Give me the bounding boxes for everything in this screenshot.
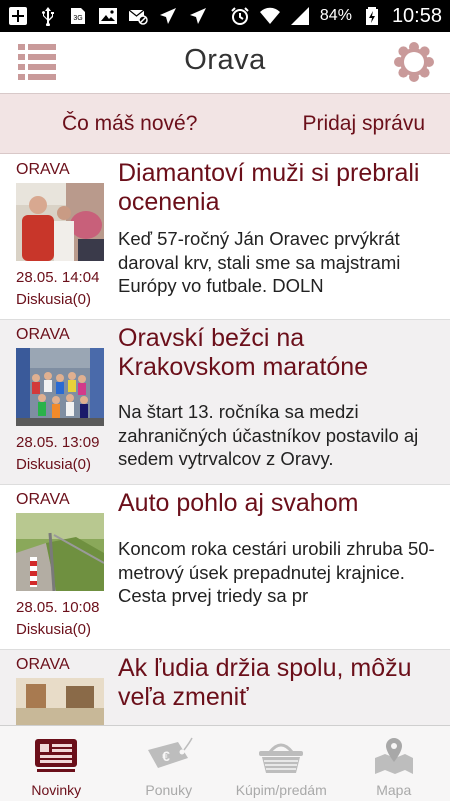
newspaper-icon (31, 736, 81, 776)
nav-label: Ponuky (145, 782, 192, 798)
news-date: 28.05. 14:04 (16, 269, 99, 286)
news-headline[interactable]: Diamantoví muži si prebrali ocenenia (118, 159, 438, 217)
news-item[interactable]: ORAVA Ak ľudia držia spolu, môžu veľa zm… (0, 650, 450, 725)
mail-blocked-icon (128, 6, 148, 26)
news-region: ORAVA (16, 326, 70, 344)
image-icon (98, 6, 118, 26)
nav-kupim-predam[interactable]: Kúpim/predám (225, 726, 338, 801)
news-thumbnail[interactable] (16, 513, 104, 591)
news-list: ORAVA 28.05. 14:04 Diskusia(0) Diamantov… (0, 155, 450, 725)
app-bar: Orava (0, 32, 450, 94)
nav-label: Mapa (376, 782, 411, 798)
gear-icon (394, 42, 434, 82)
battery-percent: 84% (320, 7, 352, 25)
alarm-icon (230, 6, 250, 26)
news-discussion-link[interactable]: Diskusia(0) (16, 621, 91, 638)
nav-novinky[interactable]: Novinky (0, 726, 113, 801)
nav-mapa[interactable]: Mapa (338, 726, 450, 801)
whats-new-button[interactable]: Čo máš nové? (62, 112, 197, 136)
news-headline[interactable]: Auto pohlo aj svahom (118, 489, 438, 518)
status-bar: 3G 84% 10:58 (0, 0, 450, 32)
usb-icon (38, 6, 58, 26)
news-thumbnail[interactable] (16, 348, 104, 426)
send-icon (158, 6, 178, 26)
news-discussion-link[interactable]: Diskusia(0) (16, 456, 91, 473)
news-thumbnail[interactable] (16, 183, 104, 261)
news-headline[interactable]: Ak ľudia držia spolu, môžu veľa zmeniť (118, 654, 438, 712)
news-headline[interactable]: Oravskí bežci na Krakovskom maratóne (118, 324, 438, 382)
news-region: ORAVA (16, 161, 70, 179)
svg-text:3G: 3G (73, 15, 82, 22)
news-excerpt: Na štart 13. ročníka sa medzi zahraničný… (118, 400, 438, 471)
news-date: 28.05. 10:08 (16, 599, 99, 616)
nav-label: Novinky (31, 782, 81, 798)
svg-text:€: € (162, 748, 170, 764)
nav-label: Kúpim/predám (236, 782, 327, 798)
settings-button[interactable] (394, 42, 434, 82)
add-message-button[interactable]: Pridaj správu (302, 112, 425, 136)
news-item[interactable]: ORAVA 28.0 (0, 320, 450, 485)
news-discussion-link[interactable]: Diskusia(0) (16, 291, 91, 308)
news-item[interactable]: ORAVA 28.05. 10:08 Diskusia(0) Auto pohl… (0, 485, 450, 650)
news-excerpt: Koncom roka cestári urobili zhruba 50-me… (118, 537, 438, 608)
page-title: Orava (0, 44, 450, 77)
news-thumbnail[interactable] (16, 678, 104, 725)
news-item[interactable]: ORAVA 28.05. 14:04 Diskusia(0) Diamantov… (0, 155, 450, 320)
sim-card-icon: 3G (68, 6, 88, 26)
send-icon-2 (188, 6, 208, 26)
price-tag-icon: € (144, 736, 194, 776)
nav-ponuky[interactable]: € Ponuky (113, 726, 226, 801)
battery-charging-icon (362, 6, 382, 26)
bottom-navigation: Novinky € Ponuky Kúpim/predám Mapa (0, 725, 450, 801)
news-region: ORAVA (16, 656, 70, 674)
add-box-icon (8, 6, 28, 26)
clock: 10:58 (392, 5, 442, 28)
news-date: 28.05. 13:09 (16, 434, 99, 451)
wifi-icon (260, 6, 280, 26)
news-excerpt: Keď 57-ročný Ján Oravec prvýkrát daroval… (118, 227, 438, 298)
map-pin-icon (369, 736, 419, 776)
signal-icon (290, 6, 310, 26)
action-bar: Čo máš nové? Pridaj správu (0, 94, 450, 154)
basket-icon (256, 736, 306, 776)
news-region: ORAVA (16, 491, 70, 509)
